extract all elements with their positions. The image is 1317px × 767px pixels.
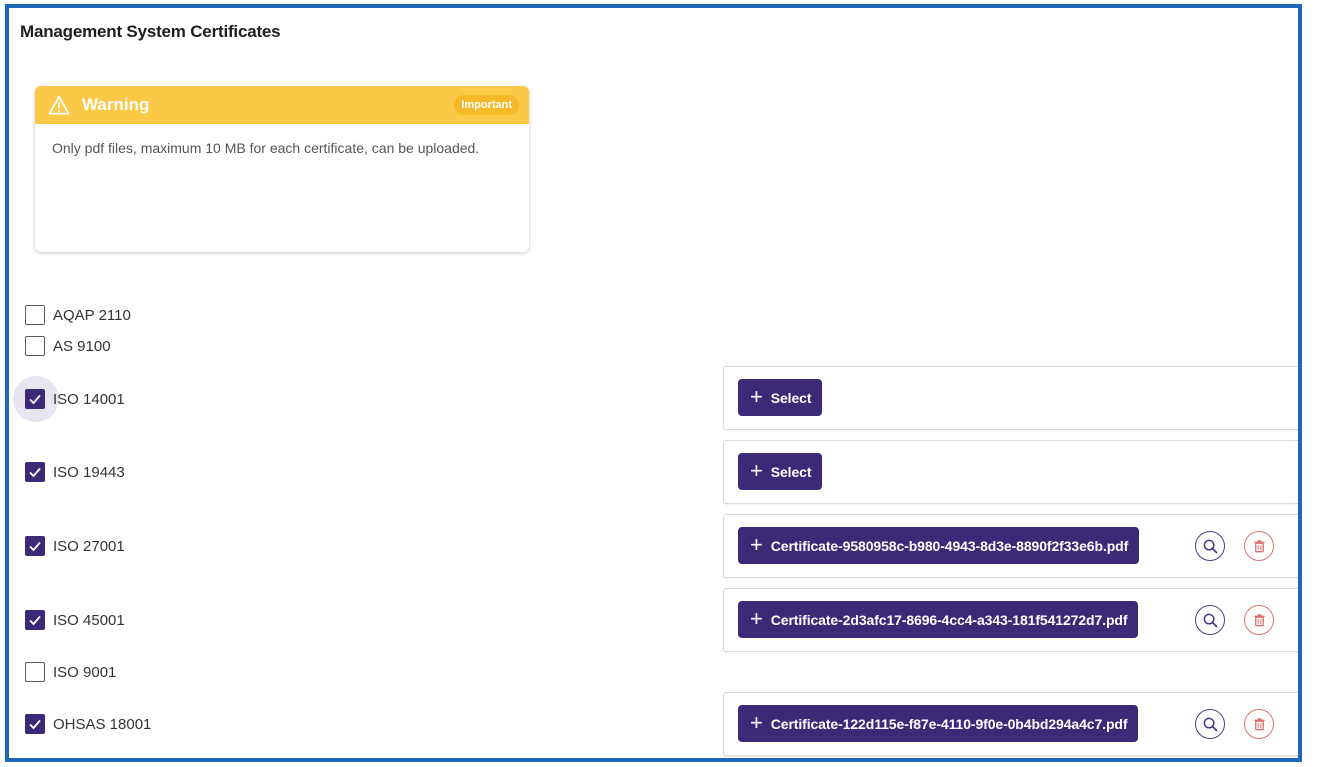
plus-icon: +	[750, 531, 763, 557]
cert-label: ISO 9001	[53, 663, 117, 681]
cert-option-iso-27001[interactable]: ISO 27001	[25, 535, 125, 557]
checkbox[interactable]	[25, 389, 45, 409]
magnifier-icon	[1203, 613, 1217, 627]
upload-panel-iso-45001: + Certificate-2d3afc17-8696-4cc4-a343-181…	[723, 588, 1298, 652]
warning-triangle-icon	[48, 95, 70, 115]
upload-panel-iso-27001: + Certificate-9580958c-b980-4943-8d3e-889…	[723, 514, 1298, 578]
check-icon	[29, 394, 41, 405]
view-certificate-button[interactable]	[1195, 605, 1225, 635]
delete-certificate-button[interactable]	[1244, 709, 1274, 739]
plus-icon: +	[750, 709, 763, 735]
plus-icon: +	[750, 605, 763, 631]
view-certificate-button[interactable]	[1195, 531, 1225, 561]
warning-title: Warning	[82, 95, 150, 114]
upload-panel-iso-19443: + Select	[723, 440, 1298, 504]
cert-label: ISO 45001	[53, 611, 125, 629]
cert-option-as-9100[interactable]: AS 9100	[25, 335, 111, 357]
trash-icon	[1253, 613, 1265, 626]
magnifier-icon	[1203, 717, 1217, 731]
magnifier-icon	[1203, 539, 1217, 553]
plus-icon: +	[750, 383, 763, 409]
cert-option-iso-45001[interactable]: ISO 45001	[25, 609, 125, 631]
checkbox[interactable]	[25, 610, 45, 630]
checkbox[interactable]	[25, 462, 45, 482]
cert-label: AS 9100	[53, 337, 111, 355]
check-icon	[29, 719, 41, 730]
cert-option-iso-19443[interactable]: ISO 19443	[25, 461, 125, 483]
screenshot-frame: Management System Certificates Warning I…	[5, 4, 1302, 762]
cert-option-iso-9001[interactable]: ISO 9001	[25, 661, 116, 683]
important-badge: Important	[454, 95, 519, 115]
checkbox[interactable]	[25, 336, 45, 356]
cert-label: ISO 14001	[53, 390, 125, 408]
upload-panel-iso-14001: + Select	[723, 366, 1298, 430]
certificate-file-button[interactable]: + Certificate-2d3afc17-8696-4cc4-a343-181…	[738, 601, 1139, 638]
certificate-file-button[interactable]: + Certificate-122d115e-f87e-4110-9f0e-0b4…	[738, 705, 1139, 742]
warning-header: Warning Important	[35, 86, 529, 124]
select-file-button[interactable]: + Select	[738, 379, 823, 416]
cert-label: ISO 19443	[53, 463, 125, 481]
upload-panel-ohsas-18001: + Certificate-122d115e-f87e-4110-9f0e-0b4…	[723, 692, 1298, 756]
trash-icon	[1253, 717, 1265, 730]
trash-icon	[1253, 539, 1265, 552]
checkbox[interactable]	[25, 305, 45, 325]
cert-option-aqap-2110[interactable]: AQAP 2110	[25, 304, 131, 326]
delete-certificate-button[interactable]	[1244, 531, 1274, 561]
delete-certificate-button[interactable]	[1244, 605, 1274, 635]
view-certificate-button[interactable]	[1195, 709, 1225, 739]
certificate-file-button[interactable]: + Certificate-9580958c-b980-4943-8d3e-889…	[738, 527, 1140, 564]
select-file-button[interactable]: + Select	[738, 453, 823, 490]
check-icon	[29, 467, 41, 478]
cert-label: ISO 27001	[53, 537, 125, 555]
checkbox[interactable]	[25, 714, 45, 734]
cert-option-iso-14001[interactable]: ISO 14001	[13, 376, 125, 422]
cert-option-ohsas-18001[interactable]: OHSAS 18001	[25, 713, 151, 735]
warning-card: Warning Important Only pdf files, maximu…	[35, 86, 529, 252]
check-icon	[29, 615, 41, 626]
checkbox[interactable]	[25, 662, 45, 682]
warning-message: Only pdf files, maximum 10 MB for each c…	[52, 140, 480, 156]
cert-label: OHSAS 18001	[53, 715, 152, 733]
check-icon	[29, 541, 41, 552]
checkbox[interactable]	[25, 536, 45, 556]
plus-icon: +	[750, 457, 763, 483]
page-title: Management System Certificates	[20, 22, 281, 41]
cert-label: AQAP 2110	[53, 306, 131, 324]
